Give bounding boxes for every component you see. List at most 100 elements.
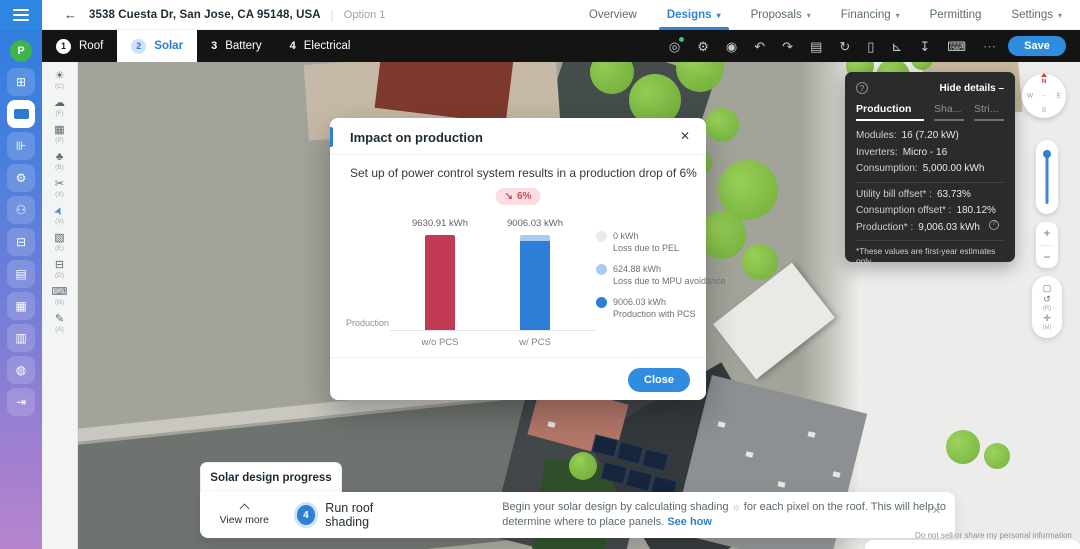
slider-thumb[interactable] — [1043, 150, 1051, 158]
sidebar-item-calculator[interactable]: ▦ — [7, 292, 35, 320]
help-icon[interactable]: ? — [856, 82, 868, 94]
legend-value: 0 kWh — [613, 230, 639, 242]
zoom-in-button[interactable]: + — [1036, 222, 1058, 245]
learn-tool[interactable]: ✎(A) — [42, 313, 77, 333]
panels-tool[interactable]: ▦(P) — [42, 124, 77, 144]
keyboard-icon[interactable]: ⌨ — [947, 40, 966, 53]
back-icon[interactable]: ← — [64, 7, 77, 22]
hide-details-button[interactable]: Hide details – — [940, 83, 1004, 94]
download-icon[interactable]: ↧ — [919, 40, 930, 53]
trash-icon[interactable]: ▤ — [810, 40, 822, 53]
step-tab-battery[interactable]: 3Battery — [197, 30, 276, 62]
team-icon: ⚇ — [16, 203, 27, 217]
nav-financing[interactable]: Financing▾ — [841, 0, 900, 30]
nav-settings[interactable]: Settings▾ — [1011, 0, 1062, 30]
nav-proposals[interactable]: Proposals▾ — [751, 0, 811, 30]
select-tool[interactable]: ➤(V) — [42, 205, 77, 225]
nav-overview[interactable]: Overview — [589, 0, 637, 30]
imagery-tool[interactable]: ▧(E) — [42, 232, 77, 252]
rotate-icon[interactable]: ↺ — [1043, 295, 1051, 304]
tilt-slider[interactable] — [1036, 140, 1058, 214]
map-tree — [946, 430, 980, 464]
detail-value: 180.12% — [956, 203, 995, 220]
details-tab-production[interactable]: Production — [856, 103, 924, 121]
sidebar-item-apps[interactable]: ⊞ — [7, 68, 35, 96]
sidebar-item-settings[interactable]: ⚙ — [7, 164, 35, 192]
map-white-building — [713, 263, 835, 380]
legend-dot — [596, 264, 607, 275]
design-option-label[interactable]: Option 1 — [344, 9, 386, 21]
detail-label: Consumption offset* : — [856, 203, 951, 220]
close-icon[interactable]: ✕ — [680, 129, 690, 143]
legend-value: 9006.03 kWh — [613, 296, 666, 308]
sidebar-item-exit[interactable]: ⇥ — [7, 388, 35, 416]
bar-segment — [425, 235, 455, 330]
details-tab-sha[interactable]: Sha... — [934, 103, 964, 121]
zoom-out-button[interactable]: − — [1036, 246, 1058, 269]
detail-row: Consumption offset* : 180.12% — [856, 203, 1004, 220]
undo-icon[interactable]: ↶ — [754, 40, 765, 53]
close-button[interactable]: Close — [628, 368, 690, 392]
sidebar-item-web[interactable]: ◍ — [7, 356, 35, 384]
progress-tab[interactable]: Solar design progress — [200, 462, 342, 493]
sidebar-item-design[interactable] — [7, 100, 35, 128]
sidebar-item-analytics[interactable]: ⊪ — [7, 132, 35, 160]
files-icon: ▥ — [15, 331, 26, 345]
analytics-icon: ⊪ — [16, 139, 26, 153]
bar-category-label: w/ PCS — [485, 337, 585, 348]
avatar[interactable]: P — [10, 40, 32, 62]
map-tree — [984, 443, 1010, 469]
nav-designs[interactable]: Designs▾ — [667, 0, 721, 30]
shortcut-label: (D) — [55, 272, 64, 279]
shading-tool[interactable]: ☁(F) — [42, 97, 77, 117]
detail-label: Inverters: — [856, 145, 898, 162]
sun-tool[interactable]: ☀(C) — [42, 70, 77, 90]
sidebar-item-presentation[interactable]: ⊟ — [7, 228, 35, 256]
nav-label: Proposals — [751, 9, 802, 21]
bar-column — [425, 235, 455, 330]
step-tab-solar[interactable]: 2Solar — [117, 30, 197, 62]
compass[interactable]: N S W E – — [1022, 74, 1066, 118]
sync-icon[interactable]: ↻ — [839, 40, 850, 53]
step-number: 4 — [290, 40, 296, 52]
device-icon[interactable]: ▯ — [867, 40, 874, 53]
nav-permitting[interactable]: Permitting — [930, 0, 982, 30]
step-tab-electrical[interactable]: 4Electrical — [276, 30, 365, 62]
web-icon: ◍ — [16, 363, 26, 377]
nav-label: Financing — [841, 9, 891, 21]
chevron-down-icon: ▾ — [717, 11, 721, 20]
visibility-icon[interactable]: ◉ — [726, 40, 737, 53]
view-more-button[interactable]: View more — [218, 505, 271, 526]
design-toolbar: 1Roof2Solar3Battery4Electrical ◎ ⚙ ◉ ↶ ↷ ▤ ↻ ▯ ⊾… — [42, 30, 1080, 62]
info-icon[interactable]: ? — [989, 220, 999, 230]
save-button[interactable]: Save — [1008, 36, 1066, 56]
legend-entry: 0 kWhLoss due to PEL — [596, 230, 700, 254]
tree-tool[interactable]: ♣(B) — [42, 151, 77, 171]
keyboard-tool[interactable]: ⌨(N) — [42, 286, 77, 306]
move-icon[interactable]: ✛ — [1043, 314, 1051, 323]
step-tab-roof[interactable]: 1Roof — [42, 30, 117, 62]
view-controls: ▢ ↺ (R) ✛ (M) — [1032, 276, 1062, 338]
snapshot-icon[interactable]: ◎ — [669, 40, 680, 53]
trim-tool[interactable]: ✂(X) — [42, 178, 77, 198]
privacy-link[interactable]: Do not sell or share my personal informa… — [915, 531, 1072, 540]
measure-icon[interactable]: ⊾ — [891, 40, 902, 53]
imagery-tool-icon: ▧ — [54, 232, 64, 245]
shortcut-label: (A) — [55, 326, 64, 333]
redo-icon[interactable]: ↷ — [782, 40, 793, 53]
settings-icon[interactable]: ⚙ — [697, 40, 709, 53]
close-icon[interactable]: ✕ — [932, 504, 941, 517]
sidebar-item-team[interactable]: ⚇ — [7, 196, 35, 224]
ruler-tool[interactable]: ⊟(D) — [42, 259, 77, 279]
menu-icon[interactable] — [0, 0, 42, 30]
details-panel: ? Hide details – Production Sha... Stri...… — [845, 72, 1015, 262]
impact-modal: Impact on production ✕ Set up of power c… — [330, 118, 706, 400]
compass-s: S — [1042, 107, 1046, 114]
fit-screen-icon[interactable]: ▢ — [1043, 284, 1052, 293]
sidebar-item-files[interactable]: ▥ — [7, 324, 35, 352]
shading-tool-icon: ☁ — [54, 97, 65, 110]
chat-icon[interactable]: ⋯ — [983, 40, 996, 53]
see-how-link[interactable]: See how — [667, 516, 712, 528]
details-tab-stri[interactable]: Stri... — [974, 103, 1004, 121]
sidebar-item-documents[interactable]: ▤ — [7, 260, 35, 288]
